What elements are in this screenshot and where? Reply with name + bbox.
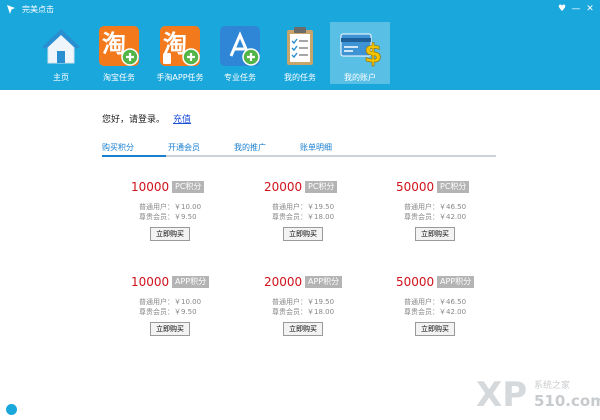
vip-user-price: 尊贵会员：￥18.00	[272, 307, 334, 317]
vip-user-label: 尊贵会员：￥	[404, 213, 446, 221]
points-amount: 10000	[131, 180, 170, 194]
points-card: 20000 PC积分 普通用户：￥19.50 尊贵会员：￥18.00 立即购买	[264, 180, 394, 250]
taobao-icon: 淘	[99, 26, 139, 66]
nav-label-my-account: 我的账户	[344, 73, 376, 82]
vip-price-value: 42.00	[446, 308, 467, 316]
minimize-button[interactable]: —	[569, 2, 583, 16]
normal-user-price: 普通用户：￥10.00	[139, 297, 201, 307]
vip-user-price: 尊贵会员：￥9.50	[139, 307, 197, 317]
watermark-logo: XP	[476, 375, 528, 415]
vip-user-price: 尊贵会员：￥18.00	[272, 212, 334, 222]
tab-buy-points[interactable]: 购买积分	[102, 142, 134, 153]
vip-price-value: 9.50	[181, 213, 197, 221]
normal-user-price: 普通用户：￥19.50	[272, 202, 334, 212]
svg-text:$: $	[364, 39, 381, 67]
vip-user-label: 尊贵会员：￥	[139, 213, 181, 221]
normal-price-value: 19.50	[314, 203, 335, 211]
window-title: 完美点击	[22, 5, 54, 14]
menu-heart-icon[interactable]: ♥	[555, 2, 569, 16]
points-type-badge: PC积分	[437, 181, 470, 193]
points-card: 50000 APP积分 普通用户：￥46.50 尊贵会员：￥42.00 立即购买	[396, 275, 526, 345]
tab-my-promotion[interactable]: 我的推广	[234, 142, 266, 153]
vip-price-value: 9.50	[181, 308, 197, 316]
app-store-icon	[220, 26, 260, 66]
vip-user-price: 尊贵会员：￥42.00	[404, 307, 466, 317]
status-icon[interactable]	[6, 404, 17, 415]
normal-price-value: 10.00	[181, 298, 202, 306]
buy-now-button[interactable]: 立即购买	[283, 227, 323, 241]
vip-user-price: 尊贵会员：￥9.50	[139, 212, 197, 222]
buy-now-button[interactable]: 立即购买	[150, 322, 190, 336]
close-button[interactable]: ✕	[583, 2, 597, 16]
vip-price-value: 18.00	[314, 308, 335, 316]
vip-user-label: 尊贵会员：￥	[272, 213, 314, 221]
points-type-badge: APP积分	[172, 276, 210, 288]
points-type-badge: PC积分	[305, 181, 338, 193]
app-header: 完美点击 ♥ — ✕ 主页 淘 淘宝任务 淘 手淘APP任务 专业任务 我的任务…	[0, 0, 600, 90]
watermark: XP 系统之家 510.com	[476, 375, 600, 415]
normal-user-label: 普通用户：￥	[404, 298, 446, 306]
points-amount: 20000	[264, 180, 303, 194]
recharge-link[interactable]: 充值	[173, 115, 191, 125]
points-type-badge: APP积分	[437, 276, 475, 288]
vip-user-price: 尊贵会员：￥42.00	[404, 212, 466, 222]
login-greeting: 您好，请登录。 充值	[102, 112, 191, 125]
normal-user-label: 普通用户：￥	[404, 203, 446, 211]
normal-price-value: 10.00	[181, 203, 202, 211]
normal-user-price: 普通用户：￥10.00	[139, 202, 201, 212]
app-logo-icon	[7, 5, 15, 14]
normal-price-value: 19.50	[314, 298, 335, 306]
points-card: 50000 PC积分 普通用户：￥46.50 尊贵会员：￥42.00 立即购买	[396, 180, 526, 250]
account-tabs: 购买积分 开通会员 我的推广 账单明细	[102, 142, 496, 157]
buy-now-button[interactable]: 立即购买	[415, 227, 455, 241]
points-card: 10000 APP积分 普通用户：￥10.00 尊贵会员：￥9.50 立即购买	[131, 275, 261, 345]
normal-user-label: 普通用户：￥	[272, 298, 314, 306]
greeting-text: 您好，请登录。	[102, 115, 166, 125]
tab-open-membership[interactable]: 开通会员	[168, 142, 200, 153]
points-amount: 50000	[396, 180, 435, 194]
vip-user-label: 尊贵会员：￥	[139, 308, 181, 316]
normal-user-price: 普通用户：￥46.50	[404, 202, 466, 212]
normal-price-value: 46.50	[446, 203, 467, 211]
normal-user-label: 普通用户：￥	[272, 203, 314, 211]
vip-user-label: 尊贵会员：￥	[272, 308, 314, 316]
home-icon	[42, 29, 80, 64]
account-card-icon: $	[340, 33, 381, 67]
points-amount: 50000	[396, 275, 435, 289]
points-type-badge: PC积分	[172, 181, 205, 193]
watermark-text: 系统之家	[534, 381, 571, 391]
normal-user-label: 普通用户：￥	[139, 298, 181, 306]
points-type-badge: APP积分	[305, 276, 343, 288]
tab-bill-details[interactable]: 账单明细	[300, 142, 332, 153]
points-card: 10000 PC积分 普通用户：￥10.00 尊贵会员：￥9.50 立即购买	[131, 180, 261, 250]
vip-user-label: 尊贵会员：￥	[404, 308, 446, 316]
mobile-taobao-icon: 淘	[160, 26, 200, 66]
normal-user-price: 普通用户：￥19.50	[272, 297, 334, 307]
points-amount: 20000	[264, 275, 303, 289]
main-nav: 主页 淘 淘宝任务 淘 手淘APP任务 专业任务 我的任务 $ 我的账户	[0, 20, 600, 90]
points-card: 20000 APP积分 普通用户：￥19.50 尊贵会员：￥18.00 立即购买	[264, 275, 394, 345]
normal-user-label: 普通用户：￥	[139, 203, 181, 211]
vip-price-value: 42.00	[446, 213, 467, 221]
buy-now-button[interactable]: 立即购买	[283, 322, 323, 336]
buy-now-button[interactable]: 立即购买	[150, 227, 190, 241]
vip-price-value: 18.00	[314, 213, 335, 221]
active-tab-indicator	[102, 155, 166, 157]
nav-item-my-account[interactable]: $ 我的账户	[330, 22, 390, 84]
points-amount: 10000	[131, 275, 170, 289]
normal-price-value: 46.50	[446, 298, 467, 306]
buy-now-button[interactable]: 立即购买	[415, 322, 455, 336]
normal-user-price: 普通用户：￥46.50	[404, 297, 466, 307]
clipboard-icon	[287, 27, 313, 65]
watermark-domain: 510.com	[534, 392, 600, 410]
title-bar: 完美点击 ♥ — ✕	[0, 0, 600, 20]
